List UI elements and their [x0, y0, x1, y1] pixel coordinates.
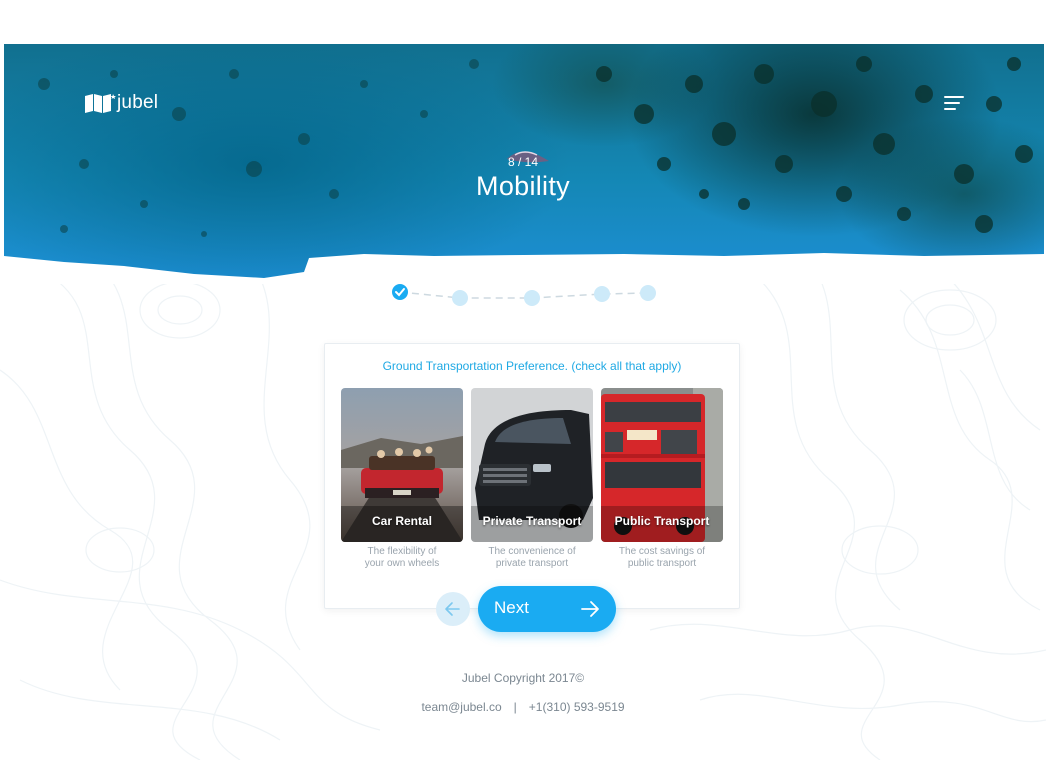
footer-copyright: Jubel Copyright 2017©: [461, 671, 585, 685]
option-public-transport[interactable]: Public Transport: [601, 388, 723, 542]
option-label: Private Transport: [482, 514, 582, 528]
arrow-right-icon: [581, 601, 599, 617]
progress-step-2[interactable]: [452, 290, 468, 306]
footer-separator: |: [513, 700, 517, 714]
option-description: The cost savings of public transport: [601, 546, 723, 570]
option-label: Car Rental: [371, 514, 433, 528]
option-label: Public Transport: [614, 514, 710, 528]
question-text: Ground Transportation Preference. (check…: [382, 359, 682, 373]
option-description: The flexibility of your own wheels: [341, 546, 463, 570]
option-description-line: The flexibility of: [367, 546, 437, 557]
page-title: Mobility: [476, 171, 570, 201]
footer-contact: team@jubel.co | +1(310) 593-9519: [373, 700, 673, 714]
option-description-line: your own wheels: [364, 558, 440, 569]
question-card: Ground Transportation Preference. (check…: [324, 343, 740, 609]
option-private-transport[interactable]: Private Transport: [471, 388, 593, 542]
brand-name: jubel: [117, 92, 159, 113]
option-description-line: private transport: [495, 558, 569, 569]
torn-edge: [4, 253, 1044, 284]
open-map-icon: [85, 94, 116, 113]
progress-step-4[interactable]: [594, 286, 610, 302]
option-description-line: The cost savings of: [618, 546, 706, 557]
step-progress: [392, 284, 656, 306]
footer-email-link[interactable]: team@jubel.co: [421, 700, 501, 714]
arrow-left-icon: [445, 602, 460, 616]
option-description-line: The convenience of: [488, 546, 576, 557]
progress-step-3[interactable]: [524, 290, 540, 306]
progress-step-5[interactable]: [640, 285, 656, 301]
option-description: The convenience of private transport: [471, 546, 593, 570]
next-button[interactable]: Next: [478, 586, 616, 632]
hamburger-menu-icon[interactable]: [944, 95, 964, 113]
footer-phone-link[interactable]: +1(310) 593-9519: [529, 700, 625, 714]
progress-step-1[interactable]: [392, 284, 408, 300]
option-car-rental[interactable]: Car Rental: [341, 388, 463, 542]
brand-logo[interactable]: jubel: [84, 92, 158, 114]
step-counter: 8 / 14: [507, 155, 539, 169]
next-button-label: Next: [494, 598, 529, 617]
option-description-line: public transport: [627, 558, 697, 569]
prev-button[interactable]: [436, 592, 470, 626]
